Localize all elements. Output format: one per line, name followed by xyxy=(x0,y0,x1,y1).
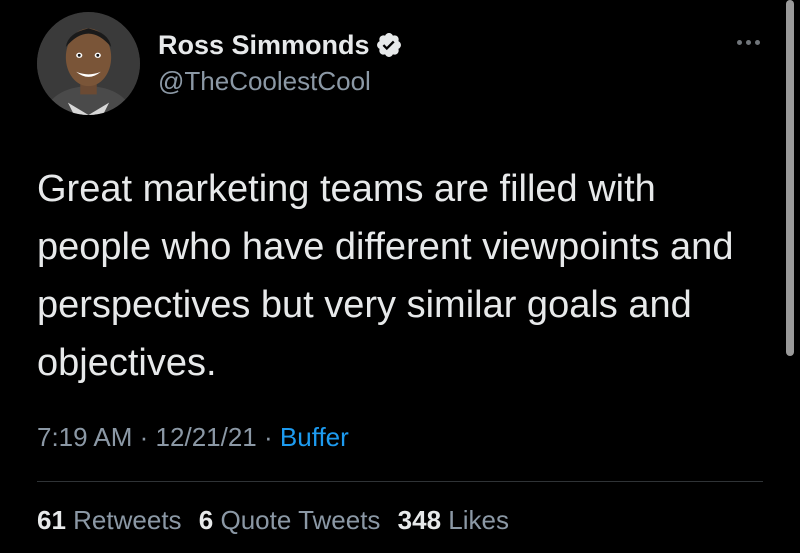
avatar[interactable] xyxy=(37,12,140,115)
more-dot xyxy=(754,39,760,45)
avatar-photo xyxy=(37,12,140,115)
quotes-count: 6 xyxy=(198,505,214,535)
likes-stat[interactable]: 348 Likes xyxy=(398,505,509,535)
retweets-stat[interactable]: 61 Retweets xyxy=(37,505,182,535)
author-handle[interactable]: @TheCoolestCool xyxy=(158,66,371,97)
tweet-text: Great marketing teams are filled with pe… xyxy=(37,168,734,384)
retweets-count: 61 xyxy=(37,505,66,535)
more-dot xyxy=(736,39,742,45)
tweet-source-link[interactable]: Buffer xyxy=(280,422,349,452)
scrollbar[interactable] xyxy=(786,0,794,356)
author-display-name[interactable]: Ross Simmonds xyxy=(158,30,370,61)
divider xyxy=(37,481,763,482)
tweet-time[interactable]: 7:19 AM xyxy=(37,422,132,452)
meta-separator: · xyxy=(264,422,273,452)
tweet-stats: 61 Retweets 6 Quote Tweets 348 Likes xyxy=(37,505,519,536)
likes-count: 348 xyxy=(397,505,442,535)
more-horizontal-icon[interactable] xyxy=(730,32,766,52)
author-name-row: Ross Simmonds xyxy=(158,28,403,62)
tweet-date[interactable]: 12/21/21 xyxy=(156,422,257,452)
quote-tweets-stat[interactable]: 6 Quote Tweets xyxy=(199,505,381,535)
verified-badge-icon xyxy=(375,31,403,59)
meta-separator: · xyxy=(139,422,149,452)
retweets-label: Retweets xyxy=(73,505,182,535)
tweet-meta: 7:19 AM · 12/21/21 · Buffer xyxy=(37,422,349,453)
tweet-detail: Ross Simmonds @TheCoolestCool Great mark… xyxy=(0,0,800,553)
more-dot xyxy=(745,39,751,45)
likes-label: Likes xyxy=(448,505,509,535)
quotes-label: Quote Tweets xyxy=(220,505,381,535)
